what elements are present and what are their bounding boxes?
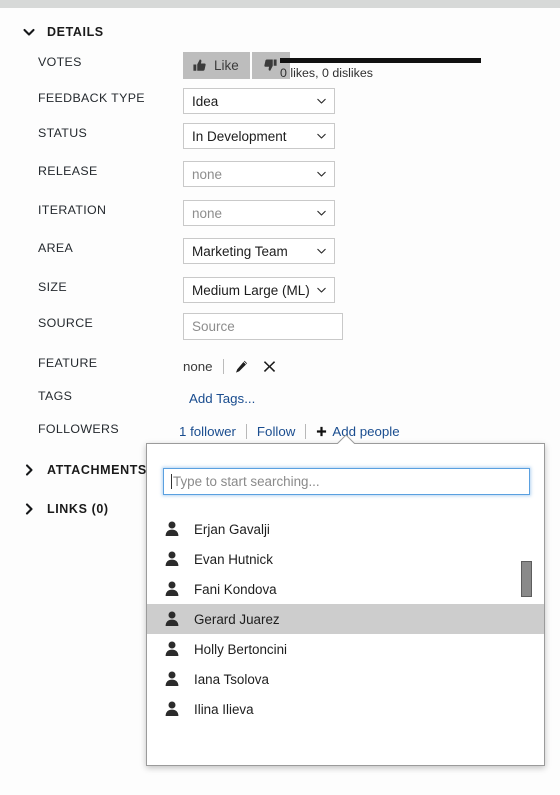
person-icon [163,520,181,538]
chevron-down-icon [316,246,327,257]
row-release: RELEASE none [0,161,560,187]
row-iteration: ITERATION none [0,200,560,226]
person-icon [163,550,181,568]
person-icon [163,610,181,628]
follower-count-link[interactable]: 1 follower [179,424,236,439]
size-value: Medium Large (ML) [192,282,310,298]
divider [245,423,247,439]
feature-label: FEATURE [38,356,98,370]
tags-control: Add Tags... [189,386,255,410]
area-select[interactable]: Marketing Team [183,238,335,264]
row-source: SOURCE Source [0,313,560,340]
votes-control: Like 0 likes, 0 dislikes [183,52,481,82]
section-title: LINKS (0) [47,502,109,516]
status-value: In Development [192,128,287,144]
source-input[interactable]: Source [183,313,343,340]
chevron-right-icon [22,463,36,477]
list-item[interactable]: Evan Hutnick [147,544,544,574]
vote-meter-bar [280,58,481,63]
top-bar [0,0,560,8]
section-header-details[interactable]: DETAILS [22,25,104,39]
people-search-placeholder: Type to start searching... [173,474,320,489]
people-list: Erjan Gavalji Evan Hutnick Fani Kondova … [147,514,544,724]
size-label: SIZE [38,280,67,294]
tags-label: TAGS [38,389,73,403]
details-panel: DETAILS VOTES Like 0 likes, 0 dislikes F… [0,0,560,795]
person-icon [163,670,181,688]
popup-scrollbar-thumb[interactable] [521,561,532,597]
iteration-value: none [192,205,223,221]
section-title: DETAILS [47,25,104,39]
people-search-input[interactable]: Type to start searching... [163,468,530,495]
row-followers: FOLLOWERS 1 follower Follow Add people [0,419,560,445]
divider [305,423,307,439]
person-name: Evan Hutnick [194,551,273,567]
source-label: SOURCE [38,316,94,330]
iteration-select[interactable]: none [183,200,335,226]
release-select[interactable]: none [183,161,335,187]
status-label: STATUS [38,126,88,140]
person-icon [163,640,181,658]
area-value: Marketing Team [192,243,288,259]
release-value: none [192,166,223,182]
votes-label: VOTES [38,55,82,69]
area-label: AREA [38,241,74,255]
person-name: Gerard Juarez [194,611,280,627]
chevron-down-icon [316,131,327,142]
chevron-down-icon [316,285,327,296]
feedback-type-value: Idea [192,93,219,109]
row-feedback-type: FEEDBACK TYPE Idea [0,88,560,114]
person-name: Fani Kondova [194,581,277,597]
pencil-icon[interactable] [234,359,249,374]
list-item[interactable]: Holly Bertoncini [147,634,544,664]
person-name: Ilina Ilieva [194,701,254,717]
feedback-type-select[interactable]: Idea [183,88,335,114]
feature-control: none [183,353,290,379]
close-x-icon[interactable] [262,359,277,374]
person-name: Iana Tsolova [194,671,269,687]
chevron-down-icon [316,169,327,180]
list-item-selected[interactable]: Gerard Juarez [147,604,544,634]
row-status: STATUS In Development [0,123,560,149]
like-label: Like [214,58,239,73]
vote-count-text: 0 likes, 0 dislikes [280,66,373,80]
followers-label: FOLLOWERS [38,422,119,436]
chevron-down-icon [22,25,36,39]
size-select[interactable]: Medium Large (ML) [183,277,335,303]
list-item[interactable]: Ilina Ilieva [147,694,544,724]
chevron-right-icon [22,502,36,516]
row-votes: VOTES Like 0 likes, 0 dislikes [0,52,560,80]
plus-icon [316,426,327,437]
section-header-links[interactable]: LINKS (0) [22,502,109,516]
divider [222,358,224,374]
popup-arrow [337,435,355,444]
add-people-popup: Type to start searching... Erjan Gavalji [146,435,545,766]
text-caret [171,474,172,489]
person-icon [163,580,181,598]
feedback-type-label: FEEDBACK TYPE [38,91,145,105]
thumbs-down-icon [263,58,278,73]
row-size: SIZE Medium Large (ML) [0,277,560,303]
person-icon [163,700,181,718]
status-select[interactable]: In Development [183,123,335,149]
add-tags-link[interactable]: Add Tags... [189,391,255,406]
row-tags: TAGS Add Tags... [0,386,560,412]
source-placeholder: Source [192,319,235,334]
follow-link[interactable]: Follow [257,424,295,439]
iteration-label: ITERATION [38,203,107,217]
person-name: Holly Bertoncini [194,641,288,657]
list-item[interactable]: Iana Tsolova [147,664,544,694]
feature-value: none [183,358,213,374]
followers-control: 1 follower Follow Add people [179,419,400,443]
person-name: Erjan Gavalji [194,521,270,537]
chevron-down-icon [316,96,327,107]
row-area: AREA Marketing Team [0,238,560,264]
thumbs-up-icon [192,58,207,73]
list-item[interactable]: Fani Kondova [147,574,544,604]
list-item[interactable]: Erjan Gavalji [147,514,544,544]
release-label: RELEASE [38,164,98,178]
chevron-down-icon [316,208,327,219]
row-feature: FEATURE none [0,353,560,379]
like-button[interactable]: Like [183,52,250,79]
